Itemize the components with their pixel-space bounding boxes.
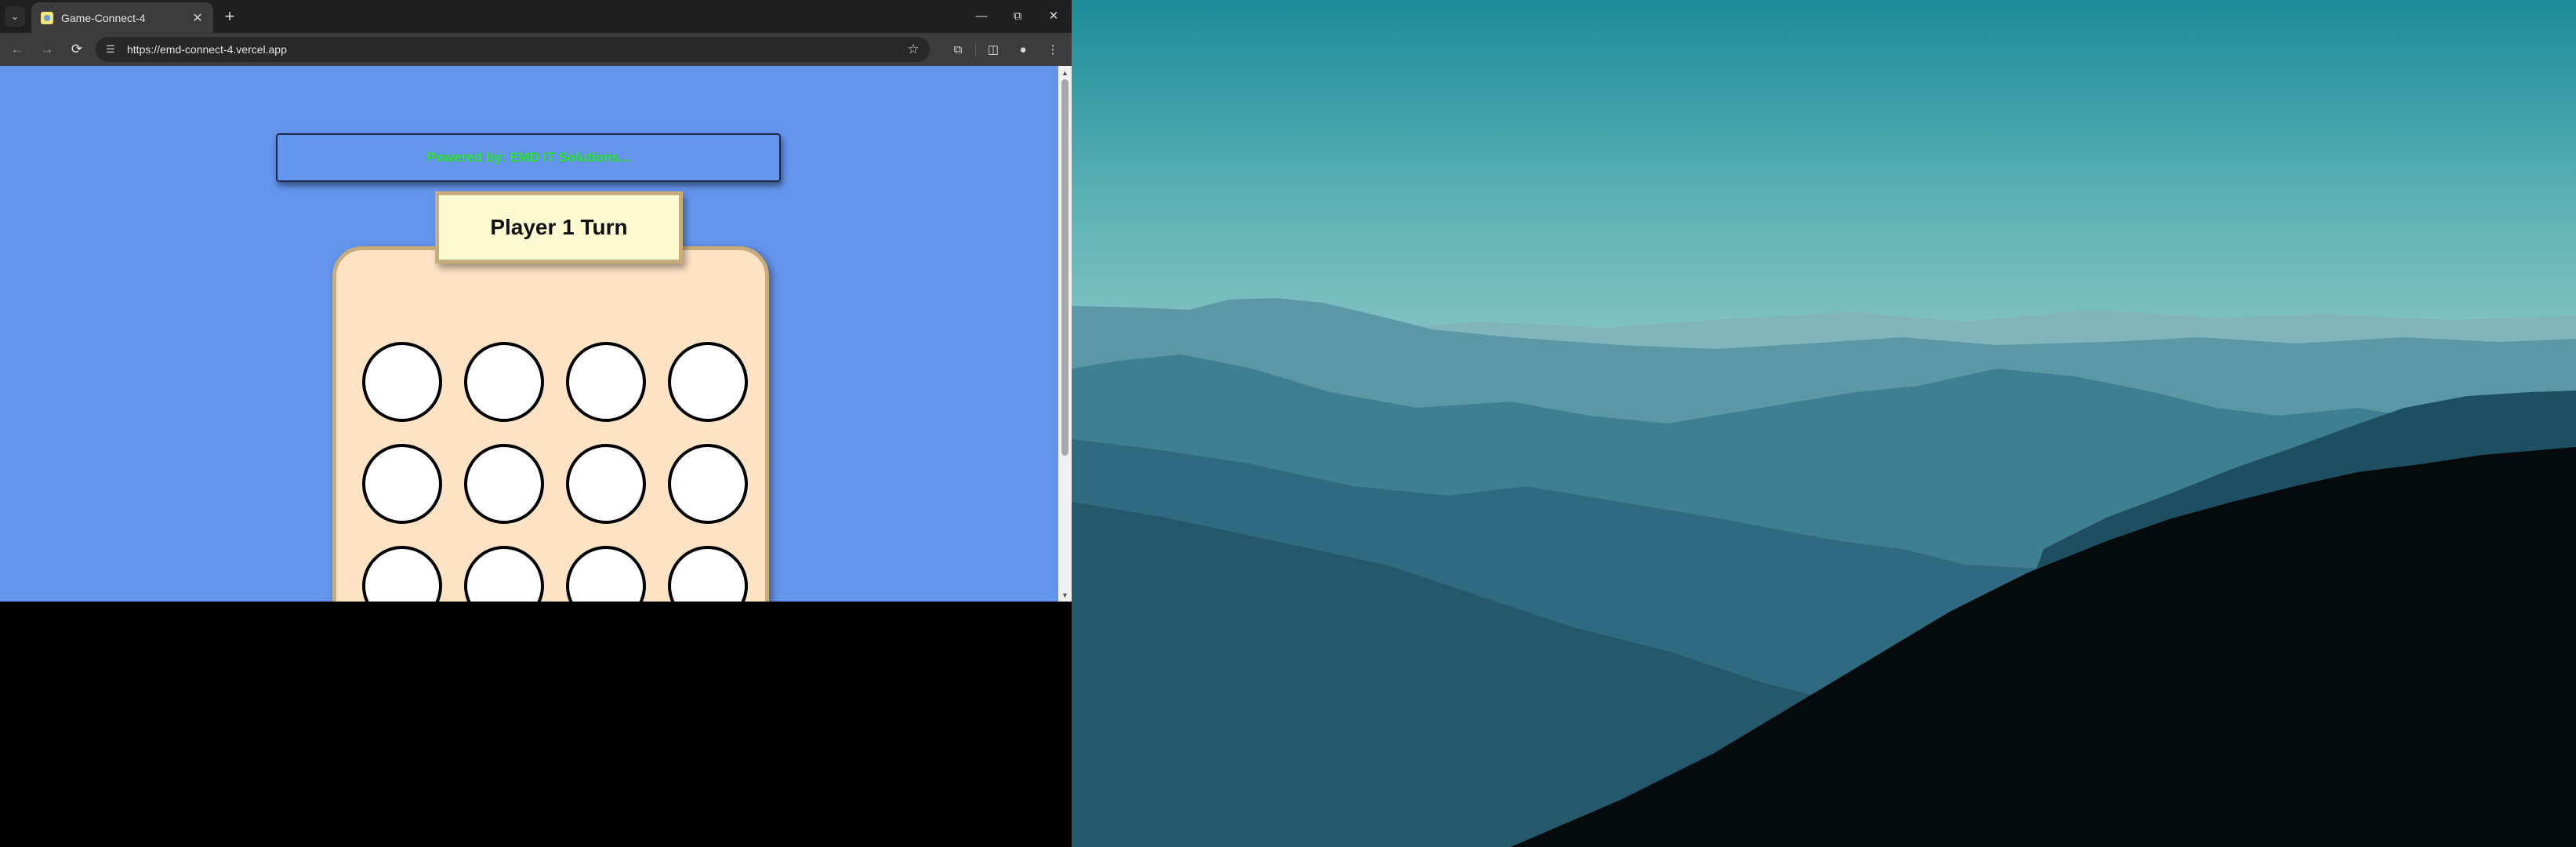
board-cell[interactable] [362, 546, 442, 602]
scroll-thumb[interactable] [1061, 79, 1068, 456]
board-cell[interactable] [668, 444, 748, 524]
window-controls: — ⧉ ✕ [963, 0, 1072, 31]
desktop-wallpaper [1072, 0, 2576, 847]
board-cell[interactable] [566, 444, 646, 524]
scroll-up-arrow-icon[interactable]: ▲ [1058, 66, 1072, 79]
game-favicon-icon [41, 11, 53, 24]
tab-game-connect-4[interactable]: Game-Connect-4 ✕ [31, 2, 213, 33]
board-cell[interactable] [668, 546, 748, 602]
mountain-landscape-image [1072, 0, 2576, 847]
arrow-left-icon[interactable]: ← [5, 37, 30, 62]
tab-strip: ⌄ Game-Connect-4 ✕ + — ⧉ ✕ [0, 0, 1072, 33]
tab-title: Game-Connect-4 [61, 11, 146, 24]
turn-text: Player 1 Turn [490, 215, 628, 239]
board-cell[interactable] [566, 342, 646, 422]
game-board [332, 246, 769, 602]
page-viewport: Powered by: EMD IT Solutions... Player 1… [0, 66, 1058, 602]
banner-text: Powered by: EMD IT Solutions... [426, 150, 630, 165]
page-scrollbar[interactable]: ▲ ▼ [1058, 66, 1072, 602]
desktop-screen: ⌄ Game-Connect-4 ✕ + — ⧉ ✕ ← → ⟳ ☰ https… [0, 0, 2576, 847]
board-cell[interactable] [464, 546, 544, 602]
restore-icon[interactable]: ⧉ [1000, 0, 1036, 31]
board-cell[interactable] [464, 444, 544, 524]
board-cell[interactable] [362, 444, 442, 524]
url-text[interactable]: https://emd-connect-4.vercel.app [127, 43, 287, 56]
star-icon[interactable]: ☆ [905, 41, 922, 58]
close-icon[interactable]: ✕ [190, 10, 205, 26]
tune-icon[interactable]: ☰ [102, 41, 119, 58]
toolbar-actions: ⧉ ◫ ● ⋮ [941, 37, 1065, 62]
board-cell[interactable] [464, 342, 544, 422]
arrow-right-icon[interactable]: → [34, 37, 60, 62]
turn-indicator: Player 1 Turn [435, 191, 683, 264]
person-icon[interactable]: ● [1010, 37, 1036, 62]
board-cell[interactable] [566, 546, 646, 602]
plus-icon[interactable]: + [220, 6, 240, 27]
chevron-down-icon[interactable]: ⌄ [5, 6, 25, 27]
browser-window: ⌄ Game-Connect-4 ✕ + — ⧉ ✕ ← → ⟳ ☰ https… [0, 0, 1072, 602]
kebab-menu-icon[interactable]: ⋮ [1040, 37, 1065, 62]
minimize-icon[interactable]: — [963, 0, 1000, 31]
address-bar[interactable]: ☰ https://emd-connect-4.vercel.app ☆ [96, 37, 930, 62]
reload-icon[interactable]: ⟳ [64, 37, 89, 62]
board-cell[interactable] [668, 342, 748, 422]
board-cell[interactable] [362, 342, 442, 422]
browser-toolbar: ← → ⟳ ☰ https://emd-connect-4.vercel.app… [0, 33, 1072, 66]
powered-by-banner: Powered by: EMD IT Solutions... [276, 133, 781, 182]
puzzle-icon[interactable]: ⧉ [945, 37, 971, 62]
toolbar-divider [975, 42, 976, 57]
scroll-down-arrow-icon[interactable]: ▼ [1058, 588, 1072, 602]
close-window-icon[interactable]: ✕ [1036, 0, 1072, 31]
side-panel-icon[interactable]: ◫ [981, 37, 1006, 62]
